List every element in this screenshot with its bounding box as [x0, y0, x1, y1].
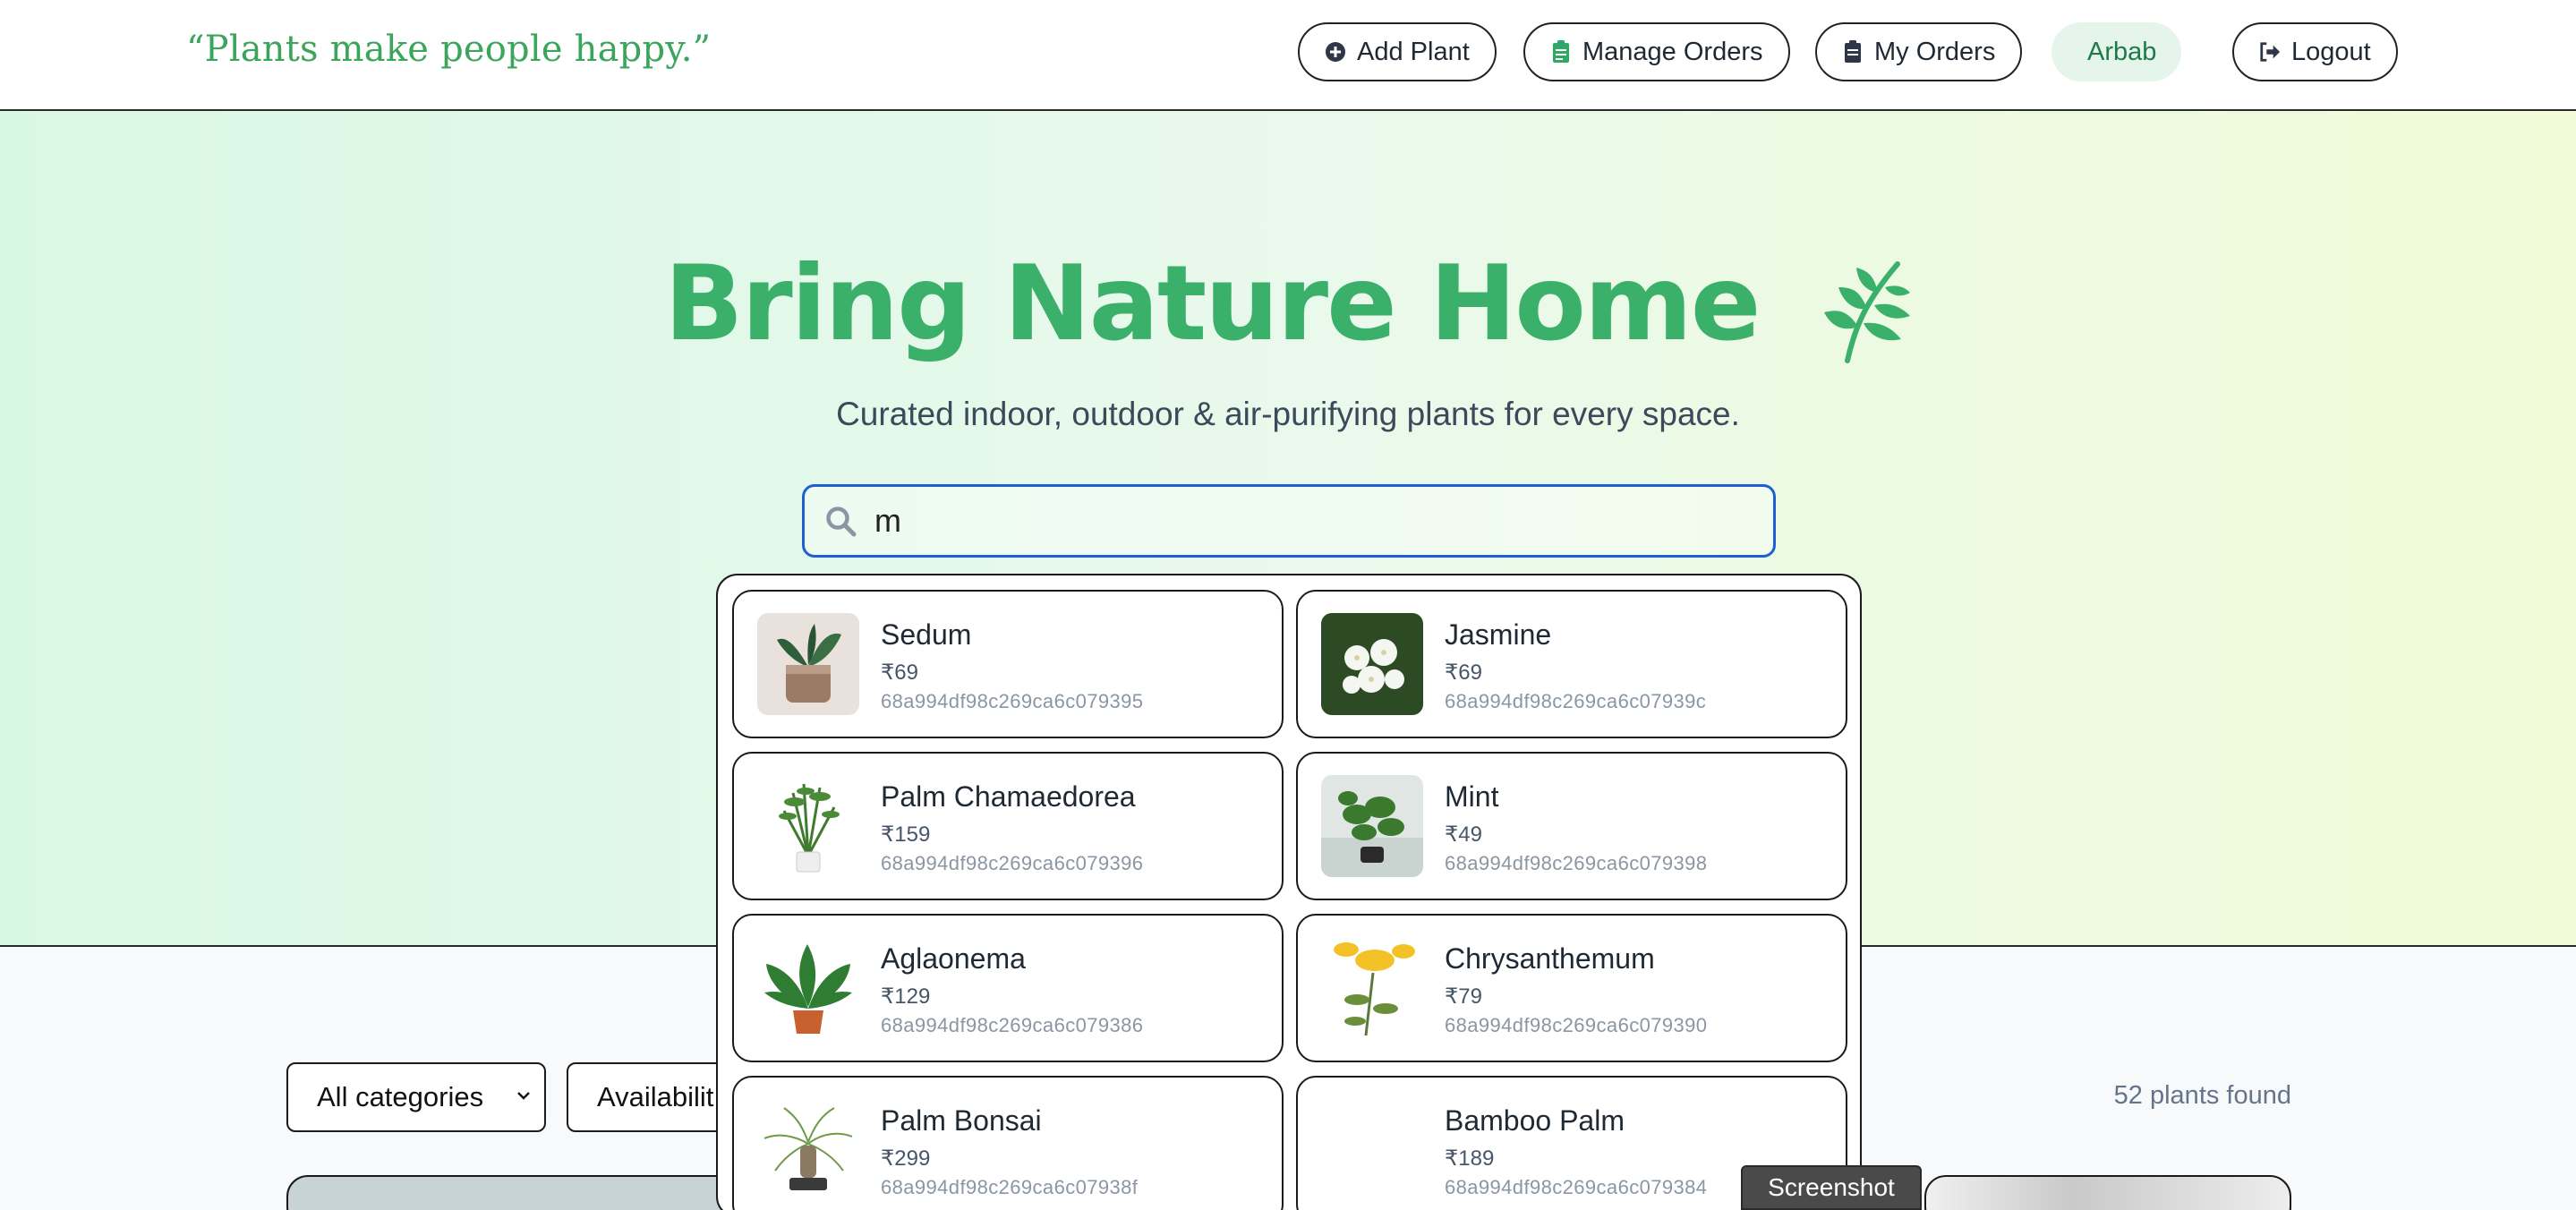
- logout-button[interactable]: Logout: [2232, 22, 2398, 81]
- result-name: Palm Chamaedorea: [881, 780, 1136, 813]
- result-name: Bamboo Palm: [1445, 1104, 1625, 1137]
- result-price: ₹69: [881, 660, 918, 685]
- search-results-dropdown: Sedum ₹69 68a994df98c269ca6c079395 Jasmi…: [716, 574, 1862, 1210]
- plant-search-box[interactable]: [802, 484, 1776, 558]
- search-icon: [826, 507, 857, 537]
- result-name: Jasmine: [1445, 618, 1552, 651]
- user-profile-button[interactable]: Arbab: [2051, 22, 2182, 81]
- result-card[interactable]: Sedum ₹69 68a994df98c269ca6c079395: [732, 590, 1284, 738]
- availability-select-value: Availabilit: [597, 1081, 714, 1112]
- result-card[interactable]: Chrysanthemum ₹79 68a994df98c269ca6c0793…: [1296, 914, 1847, 1062]
- sign-out-icon: [2260, 42, 2281, 62]
- chevron-down-icon: [517, 1092, 530, 1100]
- product-card[interactable]: [1924, 1175, 2291, 1210]
- clipboard-list-icon: [1553, 40, 1569, 63]
- manage-orders-button[interactable]: Manage Orders: [1523, 22, 1790, 81]
- site-tagline: “Plants make people happy.”: [186, 29, 712, 70]
- hero-title: Bring Nature Home: [0, 243, 2576, 364]
- result-price: ₹299: [881, 1146, 931, 1171]
- screenshot-button[interactable]: Screenshot: [1741, 1165, 1922, 1210]
- result-card[interactable]: Mint ₹49 68a994df98c269ca6c079398: [1296, 752, 1847, 900]
- result-card[interactable]: Jasmine ₹69 68a994df98c269ca6c07939c: [1296, 590, 1847, 738]
- result-name: Chrysanthemum: [1445, 942, 1655, 975]
- result-name: Sedum: [881, 618, 972, 651]
- logout-label: Logout: [2291, 37, 2371, 66]
- my-orders-label: My Orders: [1874, 37, 1996, 66]
- product-card[interactable]: [286, 1175, 752, 1210]
- hero-subtitle: Curated indoor, outdoor & air-purifying …: [836, 396, 1740, 432]
- manage-orders-label: Manage Orders: [1582, 37, 1763, 66]
- plant-thumbnail: [1321, 613, 1423, 715]
- result-id: 68a994df98c269ca6c079395: [881, 690, 1144, 712]
- result-name: Mint: [1445, 780, 1499, 813]
- category-select[interactable]: All categories: [286, 1062, 546, 1132]
- result-price: ₹129: [881, 984, 931, 1009]
- add-plant-label: Add Plant: [1357, 37, 1470, 66]
- result-price: ₹69: [1445, 660, 1482, 685]
- result-id: 68a994df98c269ca6c07938f: [881, 1176, 1139, 1198]
- my-orders-button[interactable]: My Orders: [1815, 22, 2023, 81]
- hero-title-text: Bring Nature Home: [664, 243, 1761, 364]
- result-id: 68a994df98c269ca6c079398: [1445, 852, 1708, 874]
- result-price: ₹159: [881, 822, 931, 847]
- user-name: Arbab: [2087, 37, 2157, 66]
- result-price: ₹189: [1445, 1146, 1495, 1171]
- result-price: ₹49: [1445, 822, 1482, 847]
- result-id: 68a994df98c269ca6c079384: [1445, 1176, 1708, 1198]
- result-id: 68a994df98c269ca6c079390: [1445, 1014, 1708, 1036]
- result-card[interactable]: Aglaonema ₹129 68a994df98c269ca6c079386: [732, 914, 1284, 1062]
- add-plant-button[interactable]: Add Plant: [1298, 22, 1497, 81]
- plant-thumbnail: [757, 1099, 859, 1201]
- plant-thumbnail: [757, 613, 859, 715]
- plant-thumbnail: [757, 775, 859, 877]
- plant-thumbnail: [757, 937, 859, 1039]
- result-id: 68a994df98c269ca6c079386: [881, 1014, 1144, 1036]
- plant-thumbnail: [1321, 937, 1423, 1039]
- plus-circle-icon: [1326, 42, 1345, 62]
- result-name: Aglaonema: [881, 942, 1026, 975]
- results-count: 52 plants found: [2113, 1081, 2291, 1110]
- result-card[interactable]: Palm Bonsai ₹299 68a994df98c269ca6c07938…: [732, 1076, 1284, 1210]
- result-id: 68a994df98c269ca6c07939c: [1445, 690, 1707, 712]
- result-card[interactable]: Palm Chamaedorea ₹159 68a994df98c269ca6c…: [732, 752, 1284, 900]
- plant-thumbnail: [1321, 775, 1423, 877]
- result-price: ₹79: [1445, 984, 1482, 1009]
- result-id: 68a994df98c269ca6c079396: [881, 852, 1144, 874]
- search-input[interactable]: [874, 502, 1734, 540]
- category-select-value: All categories: [317, 1081, 484, 1112]
- result-name: Palm Bonsai: [881, 1104, 1042, 1137]
- leaf-icon: [1823, 261, 1910, 364]
- clipboard-icon: [1845, 40, 1861, 63]
- top-navbar: “Plants make people happy.” Add Plant Ma…: [0, 0, 2576, 111]
